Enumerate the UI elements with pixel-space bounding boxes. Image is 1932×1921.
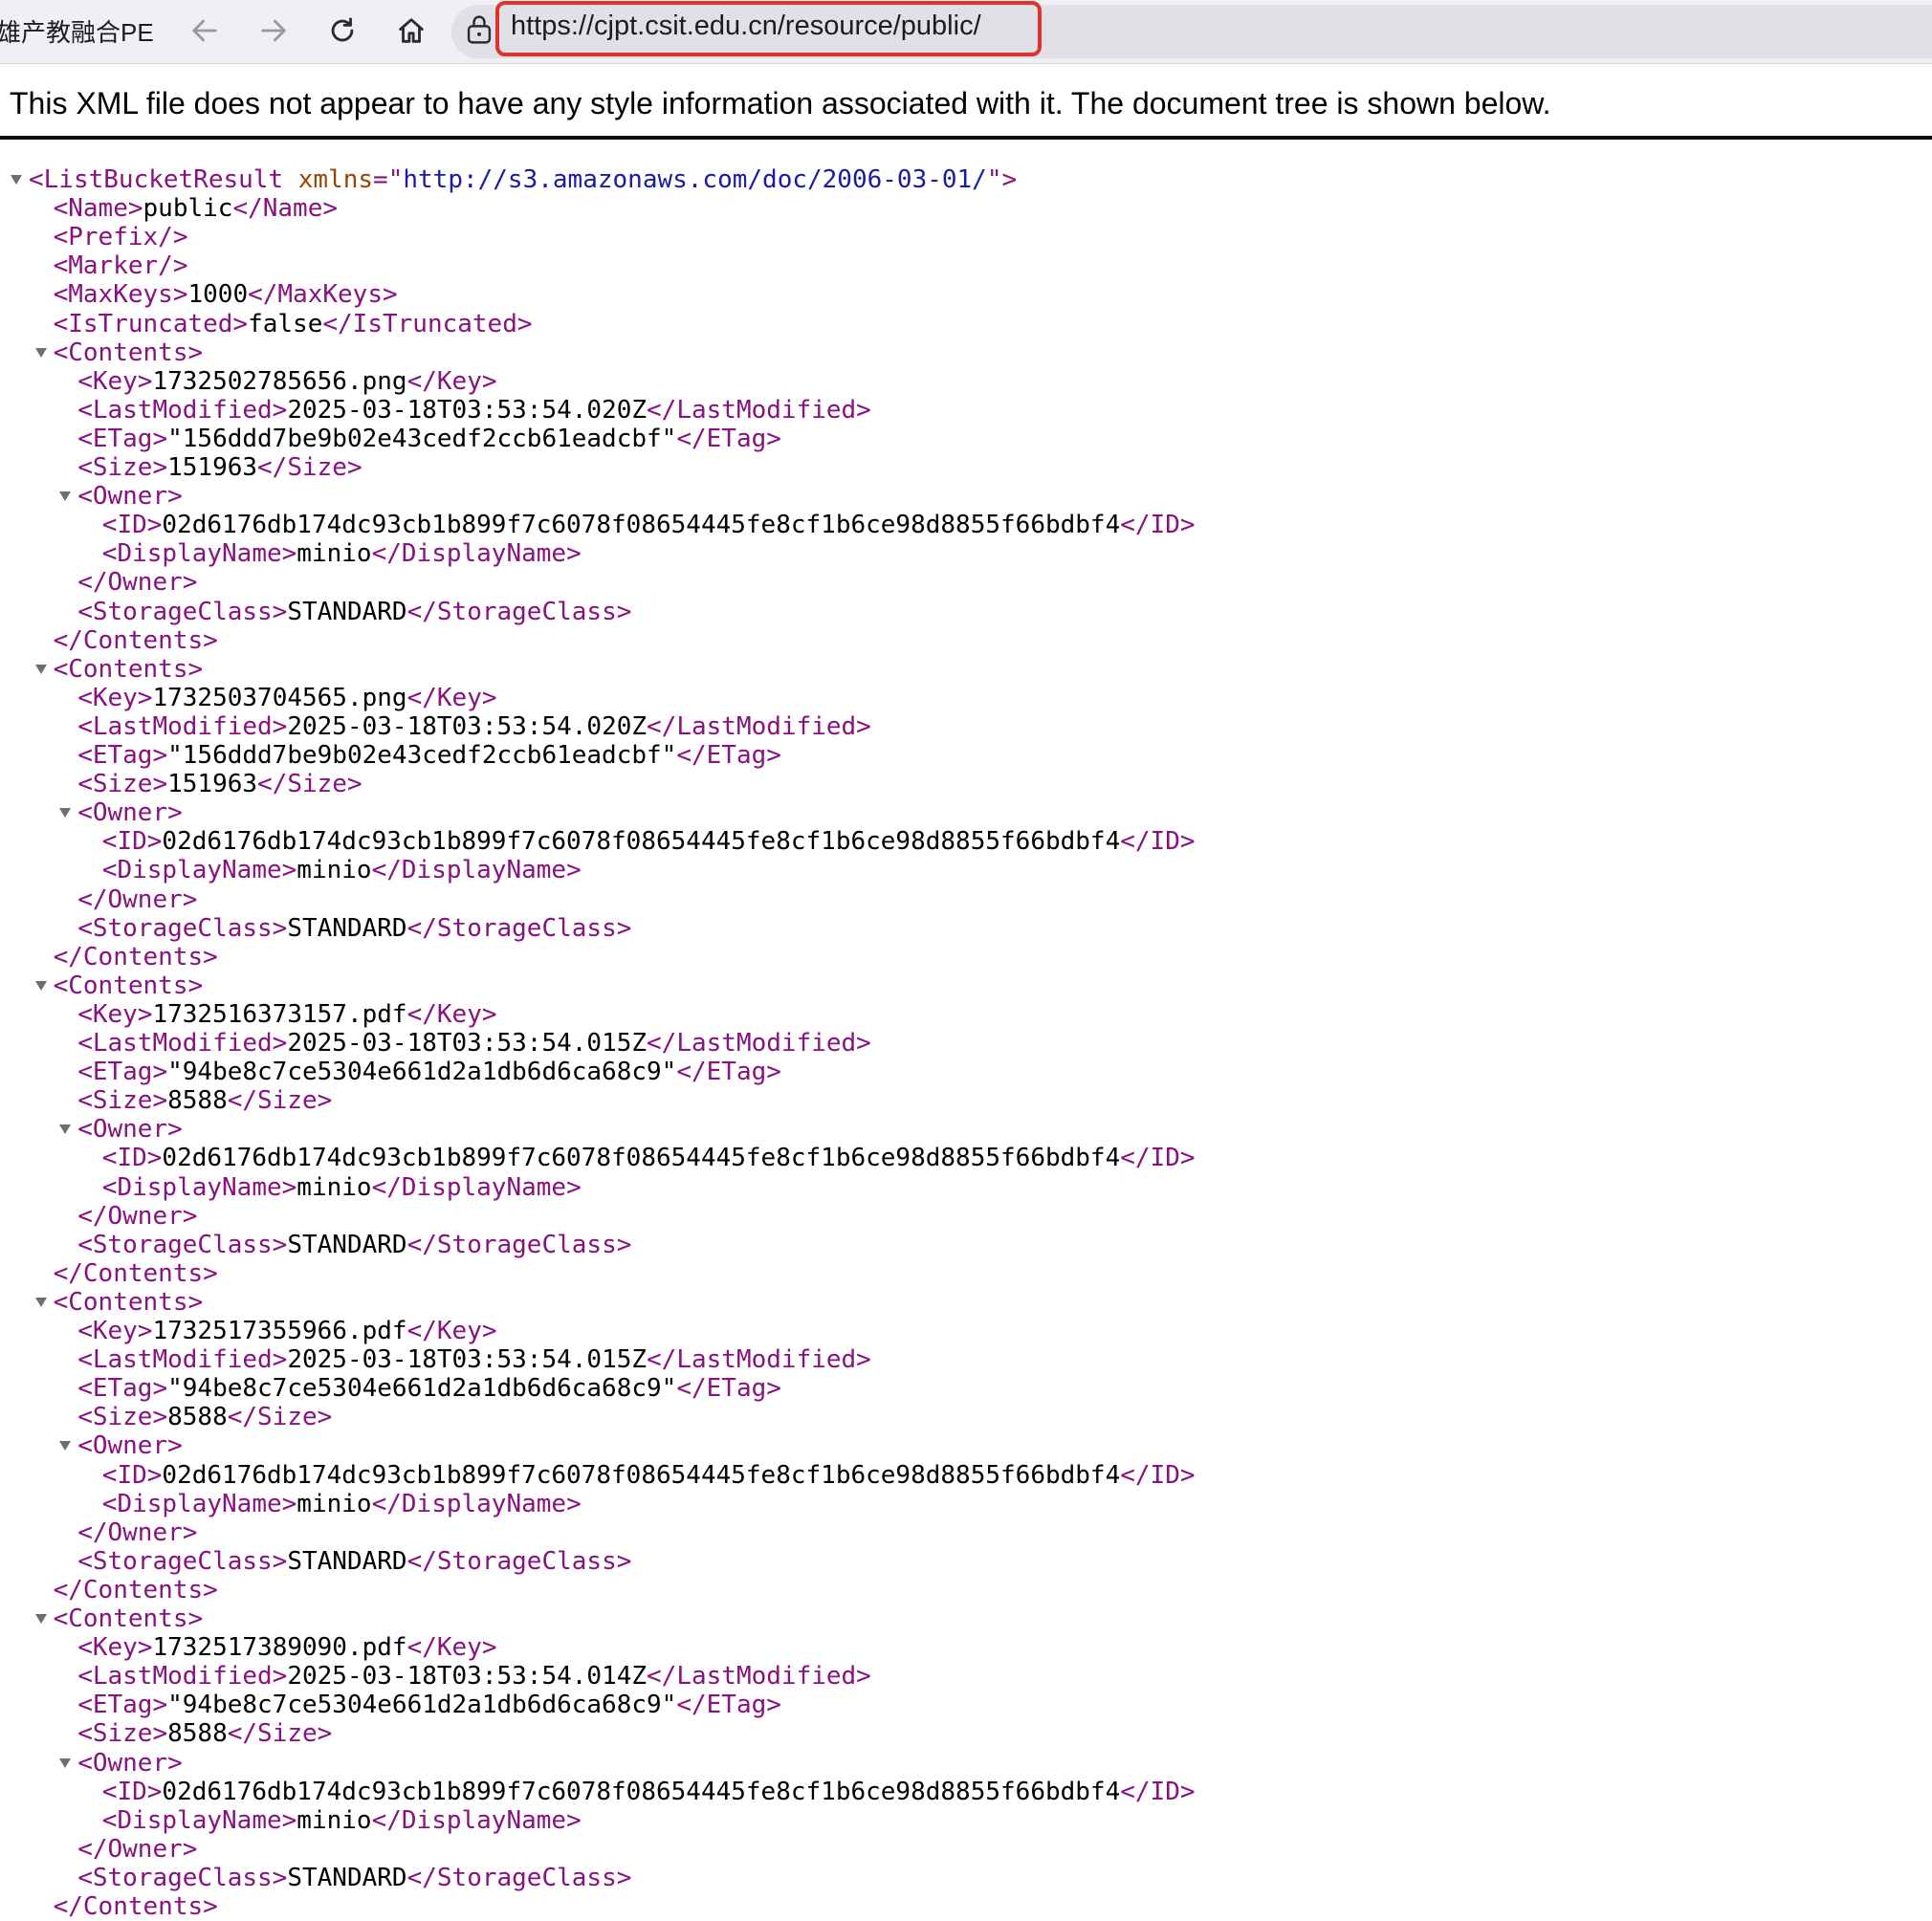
xml-owner-close: </Owner> <box>77 1834 198 1864</box>
xml-istruncated-element: <IsTruncated>false</IsTruncated> <box>53 309 533 338</box>
collapse-toggle-icon[interactable] <box>34 338 48 367</box>
xml-owner-displayname-element: <DisplayName>minio</DisplayName> <box>101 539 582 569</box>
home-icon <box>399 18 424 43</box>
collapse-toggle-icon[interactable] <box>58 482 72 511</box>
collapse-toggle-icon[interactable] <box>34 971 48 1000</box>
xml-storageclass-element: <StorageClass>STANDARD</StorageClass> <box>77 597 632 626</box>
xml-contents-close: </Contents> <box>53 1892 218 1921</box>
xml-owner-close: </Owner> <box>77 1201 198 1231</box>
xml-etag-element: <ETag>"94be8c7ce5304e661d2a1db6d6ca68c9"… <box>77 1058 781 1087</box>
xml-lastmodified-element: <LastModified>2025-03-18T03:53:54.020Z</… <box>77 395 871 425</box>
xml-owner-close: </Owner> <box>77 1517 198 1547</box>
xml-owner-open: <Owner> <box>77 1431 183 1461</box>
xml-owner-close: </Owner> <box>77 884 198 914</box>
xml-etag-element: <ETag>"156ddd7be9b02e43cedf2ccb61eadcbf"… <box>77 741 781 770</box>
xml-owner-displayname-element: <DisplayName>minio</DisplayName> <box>101 1805 582 1835</box>
xml-owner-displayname-element: <DisplayName>minio</DisplayName> <box>101 1489 582 1518</box>
collapse-toggle-icon[interactable] <box>58 1431 72 1460</box>
xml-contents-open: <Contents> <box>53 1287 204 1317</box>
xml-contents-close: </Contents> <box>53 1575 218 1604</box>
lock-icon[interactable] <box>465 13 494 46</box>
forward-arrow-icon <box>261 19 286 42</box>
xml-size-element: <Size>8588</Size> <box>77 1719 333 1749</box>
xml-contents-open: <Contents> <box>53 1604 204 1633</box>
notice-divider <box>0 136 1932 140</box>
tab-title[interactable]: 雄产教融合PE <box>0 13 154 49</box>
xml-key-element: <Key>1732517355966.pdf</Key> <box>77 1317 497 1345</box>
url-highlight-annotation <box>495 1 1042 56</box>
reload-button[interactable] <box>319 8 365 54</box>
xml-owner-open: <Owner> <box>77 482 183 512</box>
xml-key-element: <Key>1732503704565.png</Key> <box>77 683 497 712</box>
xml-lastmodified-element: <LastModified>2025-03-18T03:53:54.015Z</… <box>77 1029 871 1058</box>
collapse-toggle-icon[interactable] <box>34 655 48 684</box>
forward-button[interactable] <box>251 8 296 54</box>
xml-key-element: <Key>1732517389090.pdf</Key> <box>77 1633 497 1663</box>
xml-etag-element: <ETag>"94be8c7ce5304e661d2a1db6d6ca68c9"… <box>77 1374 781 1404</box>
xml-key-element: <Key>1732516373157.pdf</Key> <box>77 999 497 1029</box>
collapse-toggle-icon[interactable] <box>10 165 23 194</box>
back-arrow-icon <box>192 19 217 42</box>
xml-key-element: <Key>1732502785656.png</Key> <box>77 366 497 396</box>
xml-owner-id-element: <ID>02d6176db174dc93cb1b899f7c6078f08654… <box>101 1144 1196 1173</box>
xml-storageclass-element: <StorageClass>STANDARD</StorageClass> <box>77 1863 632 1892</box>
collapse-toggle-icon[interactable] <box>58 798 72 827</box>
collapse-toggle-icon[interactable] <box>58 1115 72 1144</box>
xml-size-element: <Size>8588</Size> <box>77 1086 333 1116</box>
collapse-toggle-icon[interactable] <box>34 1604 48 1633</box>
browser-toolbar: 雄产教融合PE https://cjpt.csit.edu.cn/resourc… <box>0 0 1932 64</box>
collapse-toggle-icon[interactable] <box>58 1749 72 1778</box>
xml-contents-open: <Contents> <box>53 654 204 684</box>
xml-root-open-tag: <ListBucketResult xmlns="http://s3.amazo… <box>29 165 1018 194</box>
xml-name-element: <Name>public</Name> <box>53 194 339 224</box>
xml-lastmodified-element: <LastModified>2025-03-18T03:53:54.014Z</… <box>77 1662 871 1692</box>
xml-contents-close: </Contents> <box>53 625 218 655</box>
xml-prefix-element: <Prefix/> <box>53 223 188 252</box>
xml-owner-id-element: <ID>02d6176db174dc93cb1b899f7c6078f08654… <box>101 511 1196 540</box>
xml-viewer-notice: This XML file does not appear to have an… <box>10 86 1551 120</box>
xml-contents-close: </Contents> <box>53 1258 218 1288</box>
xml-maxkeys-element: <MaxKeys>1000</MaxKeys> <box>53 280 398 310</box>
xml-owner-displayname-element: <DisplayName>minio</DisplayName> <box>101 1172 582 1202</box>
xml-etag-element: <ETag>"156ddd7be9b02e43cedf2ccb61eadcbf"… <box>77 424 781 453</box>
xml-owner-open: <Owner> <box>77 1748 183 1778</box>
xml-size-element: <Size>8588</Size> <box>77 1403 333 1432</box>
xml-storageclass-element: <StorageClass>STANDARD</StorageClass> <box>77 1230 632 1259</box>
xml-storageclass-element: <StorageClass>STANDARD</StorageClass> <box>77 913 632 943</box>
xml-owner-id-element: <ID>02d6176db174dc93cb1b899f7c6078f08654… <box>101 827 1196 857</box>
xml-marker-element: <Marker/> <box>53 251 188 281</box>
xml-lastmodified-element: <LastModified>2025-03-18T03:53:54.015Z</… <box>77 1345 871 1375</box>
back-button[interactable] <box>182 8 228 54</box>
reload-icon <box>331 17 354 42</box>
xml-owner-open: <Owner> <box>77 1115 183 1145</box>
home-button[interactable] <box>388 8 434 54</box>
xml-size-element: <Size>151963</Size> <box>77 453 362 482</box>
xml-lastmodified-element: <LastModified>2025-03-18T03:53:54.020Z</… <box>77 711 871 741</box>
xml-owner-close: </Owner> <box>77 568 198 598</box>
collapse-toggle-icon[interactable] <box>34 1288 48 1317</box>
xml-owner-displayname-element: <DisplayName>minio</DisplayName> <box>101 856 582 885</box>
xml-contents-close: </Contents> <box>53 942 218 971</box>
xml-owner-id-element: <ID>02d6176db174dc93cb1b899f7c6078f08654… <box>101 1777 1196 1806</box>
xml-size-element: <Size>151963</Size> <box>77 770 362 799</box>
xml-contents-open: <Contents> <box>53 971 204 1000</box>
xml-contents-open: <Contents> <box>53 338 204 367</box>
xml-storageclass-element: <StorageClass>STANDARD</StorageClass> <box>77 1546 632 1576</box>
xml-owner-id-element: <ID>02d6176db174dc93cb1b899f7c6078f08654… <box>101 1460 1196 1490</box>
xml-owner-open: <Owner> <box>77 798 183 828</box>
xml-etag-element: <ETag>"94be8c7ce5304e661d2a1db6d6ca68c9"… <box>77 1691 781 1720</box>
